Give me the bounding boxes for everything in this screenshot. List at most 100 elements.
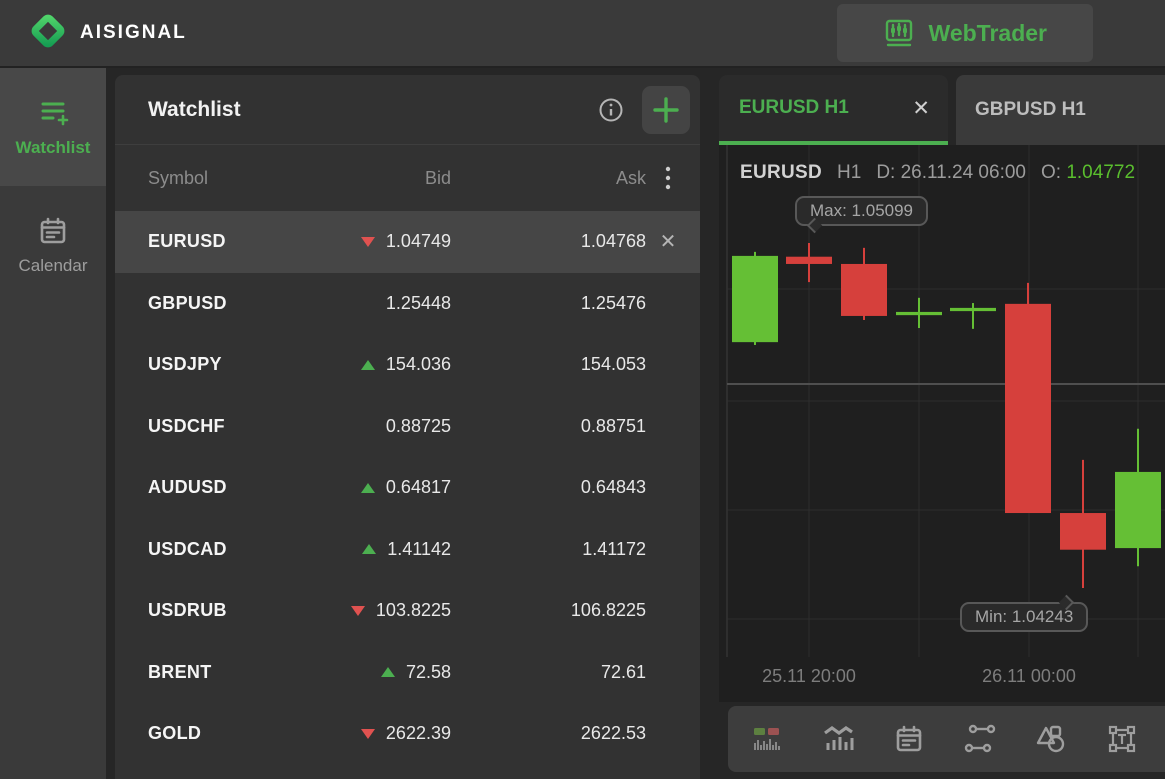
column-symbol[interactable]: Symbol — [148, 168, 291, 189]
bid-value: 2622.39 — [386, 723, 451, 744]
watchlist-row[interactable]: BRENT 72.58 72.61 ✕ — [115, 642, 700, 704]
add-symbol-button[interactable] — [642, 86, 690, 134]
watchlist-row[interactable]: USDRUB 103.8225 106.8225 ✕ — [115, 580, 700, 642]
ask-value: 2622.53 — [451, 723, 646, 744]
chart-legend: EURUSD H1 D: 26.11.24 06:00 O: 1.04772 — [740, 162, 1135, 184]
bid-value: 0.64817 — [386, 477, 451, 498]
watchlist-row[interactable]: AUDUSD 0.64817 0.64843 ✕ — [115, 457, 700, 519]
shapes-tool-icon[interactable] — [1034, 722, 1068, 756]
ask-value: 154.053 — [451, 354, 646, 375]
candle-style-icon[interactable] — [750, 722, 784, 756]
watchlist-column-headers: Symbol Bid Ask — [115, 145, 700, 211]
direction-arrow — [361, 729, 375, 739]
column-bid[interactable]: Bid — [291, 168, 451, 189]
direction-arrow — [361, 360, 375, 370]
bid-value: 0.88725 — [386, 416, 451, 437]
watchlist-panel: Watchlist Symbol Bid Ask — [115, 75, 700, 779]
symbol-cell: USDRUB — [148, 600, 291, 621]
text-tool-icon[interactable] — [1105, 722, 1139, 756]
watchlist-row[interactable]: GOLD 2622.39 2622.53 ✕ — [115, 703, 700, 765]
bid-value: 1.41142 — [387, 539, 451, 560]
direction-arrow — [361, 483, 375, 493]
symbol-cell: GBPUSD — [148, 293, 291, 314]
lines-tool-icon[interactable] — [963, 722, 997, 756]
symbol-cell: USDJPY — [148, 354, 291, 375]
watchlist-row[interactable]: USDCAD 1.41142 1.41172 ✕ — [115, 519, 700, 581]
ask-value: 1.04768 — [451, 231, 646, 252]
watchlist-row[interactable]: USDCHF 0.88725 0.88751 ✕ — [115, 396, 700, 458]
sidebar-item-label: Watchlist — [16, 138, 91, 158]
calendar-icon — [37, 215, 69, 247]
calendar-icon[interactable] — [892, 722, 926, 756]
min-price-tooltip: Min: 1.04243 — [960, 602, 1088, 632]
symbol-cell: AUDUSD — [148, 477, 291, 498]
webtrader-chart-icon — [883, 17, 915, 49]
bid-cell: 103.8225 — [291, 600, 451, 621]
info-icon[interactable] — [596, 95, 626, 125]
bid-cell: 72.58 — [291, 662, 451, 683]
x-axis-label: 25.11 20:00 — [762, 666, 856, 687]
sidebar-item-label: Calendar — [19, 256, 88, 276]
webtrader-button[interactable]: WebTrader — [837, 4, 1093, 62]
column-menu[interactable] — [646, 164, 690, 192]
kebab-menu-icon — [664, 164, 672, 192]
column-ask[interactable]: Ask — [451, 168, 646, 189]
indicators-icon[interactable] — [821, 722, 855, 756]
row-close-icon[interactable]: ✕ — [660, 232, 677, 252]
aisignal-logo-icon — [28, 11, 68, 56]
direction-arrow — [381, 667, 395, 677]
legend-timeframe: H1 — [837, 162, 861, 184]
symbol-cell: EURUSD — [148, 231, 291, 252]
sidebar-item-watchlist[interactable]: Watchlist — [0, 68, 106, 186]
watchlist-rows: EURUSD 1.04749 1.04768 ✕ GBPUSD 1.25448 … — [115, 211, 700, 779]
legend-symbol: EURUSD — [740, 162, 822, 184]
legend-open: O: 1.04772 — [1041, 162, 1135, 184]
ask-value: 0.88751 — [451, 416, 646, 437]
symbol-cell: BRENT — [148, 662, 291, 683]
legend-open-value: 1.04772 — [1066, 162, 1135, 183]
plus-icon — [651, 95, 681, 125]
symbol-cell: USDCHF — [148, 416, 291, 437]
sidebar-item-calendar[interactable]: Calendar — [0, 186, 106, 304]
webtrader-label: WebTrader — [929, 20, 1047, 47]
x-axis-label: 26.11 00:00 — [982, 666, 1076, 687]
ask-value: 106.8225 — [451, 600, 646, 621]
chart-area[interactable]: EURUSD H1 D: 26.11.24 06:00 O: 1.04772 M… — [719, 145, 1165, 702]
bid-value: 1.25448 — [386, 293, 451, 314]
bid-cell: 2622.39 — [291, 723, 451, 744]
ask-value: 72.61 — [451, 662, 646, 683]
sidebar: Watchlist Calendar — [0, 68, 106, 779]
watchlist-row[interactable]: USDJPY 154.036 154.053 ✕ — [115, 334, 700, 396]
bid-cell: 1.04749 — [291, 231, 451, 252]
ask-value: 0.64843 — [451, 477, 646, 498]
bid-value: 103.8225 — [376, 600, 451, 621]
bid-value: 72.58 — [406, 662, 451, 683]
symbol-cell: GOLD — [148, 723, 291, 744]
bid-cell: 1.41142 — [291, 539, 451, 560]
bid-value: 1.04749 — [386, 231, 451, 252]
brand-name: AISIGNAL — [80, 22, 187, 44]
max-price-tooltip: Max: 1.05099 — [795, 196, 928, 226]
ask-value: 1.41172 — [451, 539, 646, 560]
direction-arrow — [361, 237, 375, 247]
bid-cell: 0.64817 — [291, 477, 451, 498]
legend-date: D: 26.11.24 06:00 — [876, 162, 1026, 184]
tab-close-icon[interactable]: ✕ — [912, 98, 930, 119]
brand: AISIGNAL — [28, 11, 187, 56]
candlestick-chart — [719, 145, 1165, 702]
tab-label: GBPUSD H1 — [975, 99, 1086, 121]
tab-label: EURUSD H1 — [739, 97, 849, 119]
watchlist-title: Watchlist — [148, 98, 596, 122]
chart-panel: EURUSD H1 ✕ GBPUSD H1 EURUSD — [719, 75, 1165, 779]
bid-cell: 154.036 — [291, 354, 451, 375]
chart-toolbar — [728, 706, 1165, 772]
bid-value: 154.036 — [386, 354, 451, 375]
chart-tabs: EURUSD H1 ✕ GBPUSD H1 — [719, 75, 1165, 145]
top-bar: AISIGNAL WebTrader — [0, 0, 1165, 68]
tab-gbpusd-h1[interactable]: GBPUSD H1 — [956, 75, 1165, 145]
watchlist-row[interactable]: GBPUSD 1.25448 1.25476 ✕ — [115, 273, 700, 335]
direction-arrow — [351, 606, 365, 616]
tab-eurusd-h1[interactable]: EURUSD H1 ✕ — [719, 75, 948, 145]
watchlist-row[interactable]: EURUSD 1.04749 1.04768 ✕ — [115, 211, 700, 273]
bid-cell: 1.25448 — [291, 293, 451, 314]
